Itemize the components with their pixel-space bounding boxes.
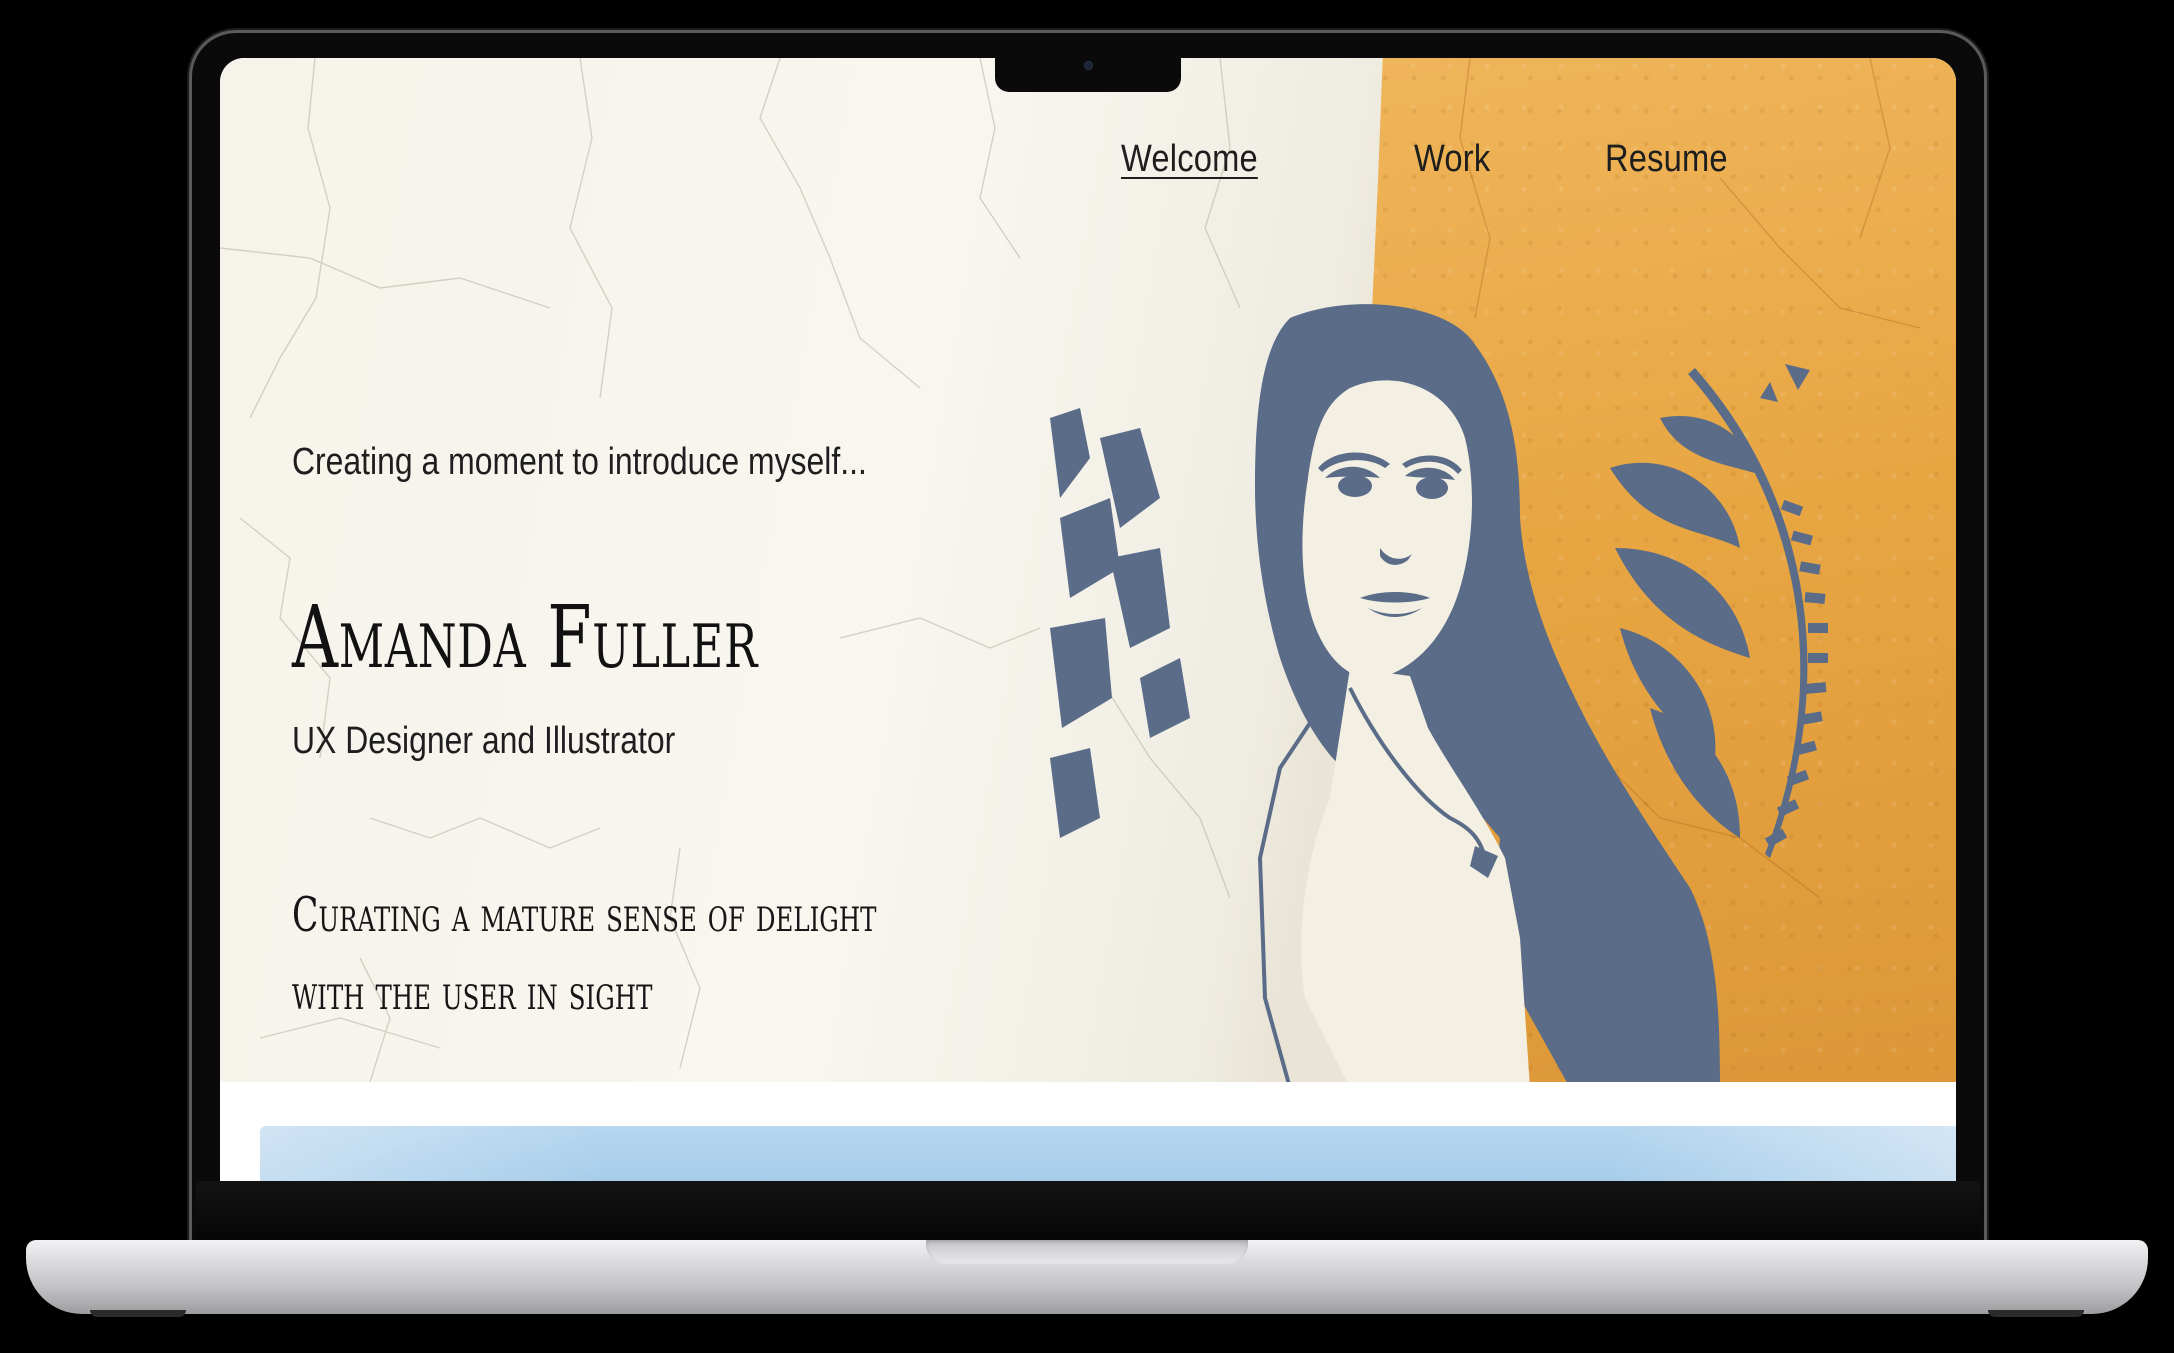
nav-work-link[interactable]: Work bbox=[1414, 138, 1490, 181]
tagline-line-2: with the user in sight bbox=[292, 965, 653, 1021]
hero-role: UX Designer and Illustrator bbox=[292, 720, 676, 762]
hero-name: Amanda Fuller bbox=[292, 588, 759, 688]
hero-section: Welcome Work Resume Creating a moment to… bbox=[220, 58, 1956, 1082]
laptop-opening-notch bbox=[926, 1240, 1248, 1264]
camera-icon bbox=[1084, 61, 1093, 70]
nav-welcome-link[interactable]: Welcome bbox=[1121, 138, 1258, 181]
nav-resume-link[interactable]: Resume bbox=[1605, 138, 1728, 181]
laptop-chin bbox=[196, 1181, 1980, 1243]
stencil-portrait-illustration bbox=[1050, 304, 1828, 1082]
work-section-card-preview[interactable] bbox=[260, 1126, 1956, 1181]
intro-text: Creating a moment to introduce myself... bbox=[292, 441, 867, 483]
screen: Welcome Work Resume Creating a moment to… bbox=[220, 58, 1956, 1181]
laptop-foot bbox=[1988, 1310, 2084, 1317]
hero-tagline: Curating a mature sense of delight with … bbox=[292, 876, 940, 1032]
laptop-foot bbox=[90, 1310, 186, 1317]
tagline-line-1: Curating a mature sense of delight bbox=[292, 887, 877, 943]
